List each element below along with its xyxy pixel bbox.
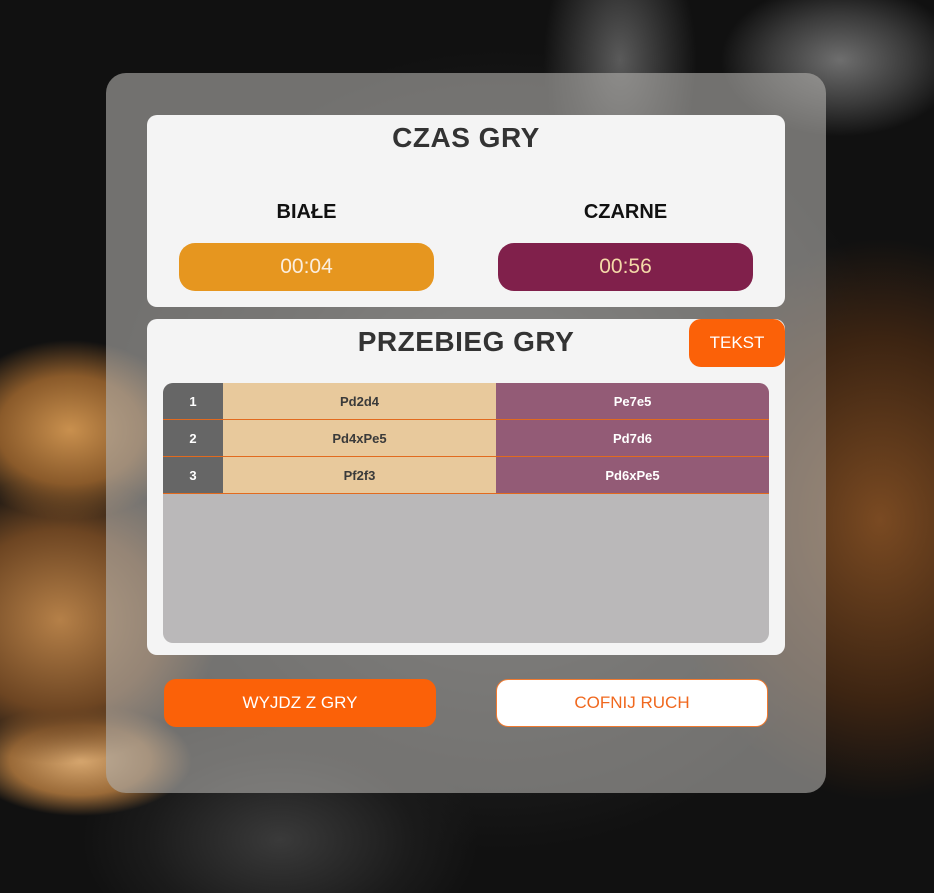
black-clock: 00:56: [498, 243, 753, 291]
game-panel: CZAS GRY BIAŁE CZARNE 00:04 00:56 PRZEBI…: [106, 73, 826, 793]
text-view-button[interactable]: TEKST: [689, 319, 785, 367]
black-move: Pd6xPe5: [496, 457, 769, 493]
move-number: 3: [163, 457, 223, 493]
white-clock: 00:04: [179, 243, 434, 291]
move-number: 2: [163, 420, 223, 456]
black-move: Pd7d6: [496, 420, 769, 456]
black-move: Pe7e5: [496, 383, 769, 419]
white-move: Pd4xPe5: [223, 420, 496, 456]
game-history-card: PRZEBIEG GRY TEKST 1 Pd2d4 Pe7e5 2 Pd4xP…: [147, 319, 785, 655]
table-row: 2 Pd4xPe5 Pd7d6: [163, 420, 769, 457]
white-move: Pd2d4: [223, 383, 496, 419]
table-row: 1 Pd2d4 Pe7e5: [163, 383, 769, 420]
game-time-card: CZAS GRY BIAŁE CZARNE 00:04 00:56: [147, 115, 785, 307]
table-row: 3 Pf2f3 Pd6xPe5: [163, 457, 769, 494]
game-time-title: CZAS GRY: [392, 122, 540, 153]
black-player-label: CZARNE: [583, 201, 668, 223]
exit-game-button[interactable]: WYJDZ Z GRY: [164, 679, 436, 727]
white-player-label: BIAŁE: [276, 201, 337, 223]
white-move: Pf2f3: [223, 457, 496, 493]
moves-table[interactable]: 1 Pd2d4 Pe7e5 2 Pd4xPe5 Pd7d6 3 Pf2f3 Pd…: [163, 383, 769, 643]
undo-move-button[interactable]: COFNIJ RUCH: [496, 679, 768, 727]
move-number: 1: [163, 383, 223, 419]
